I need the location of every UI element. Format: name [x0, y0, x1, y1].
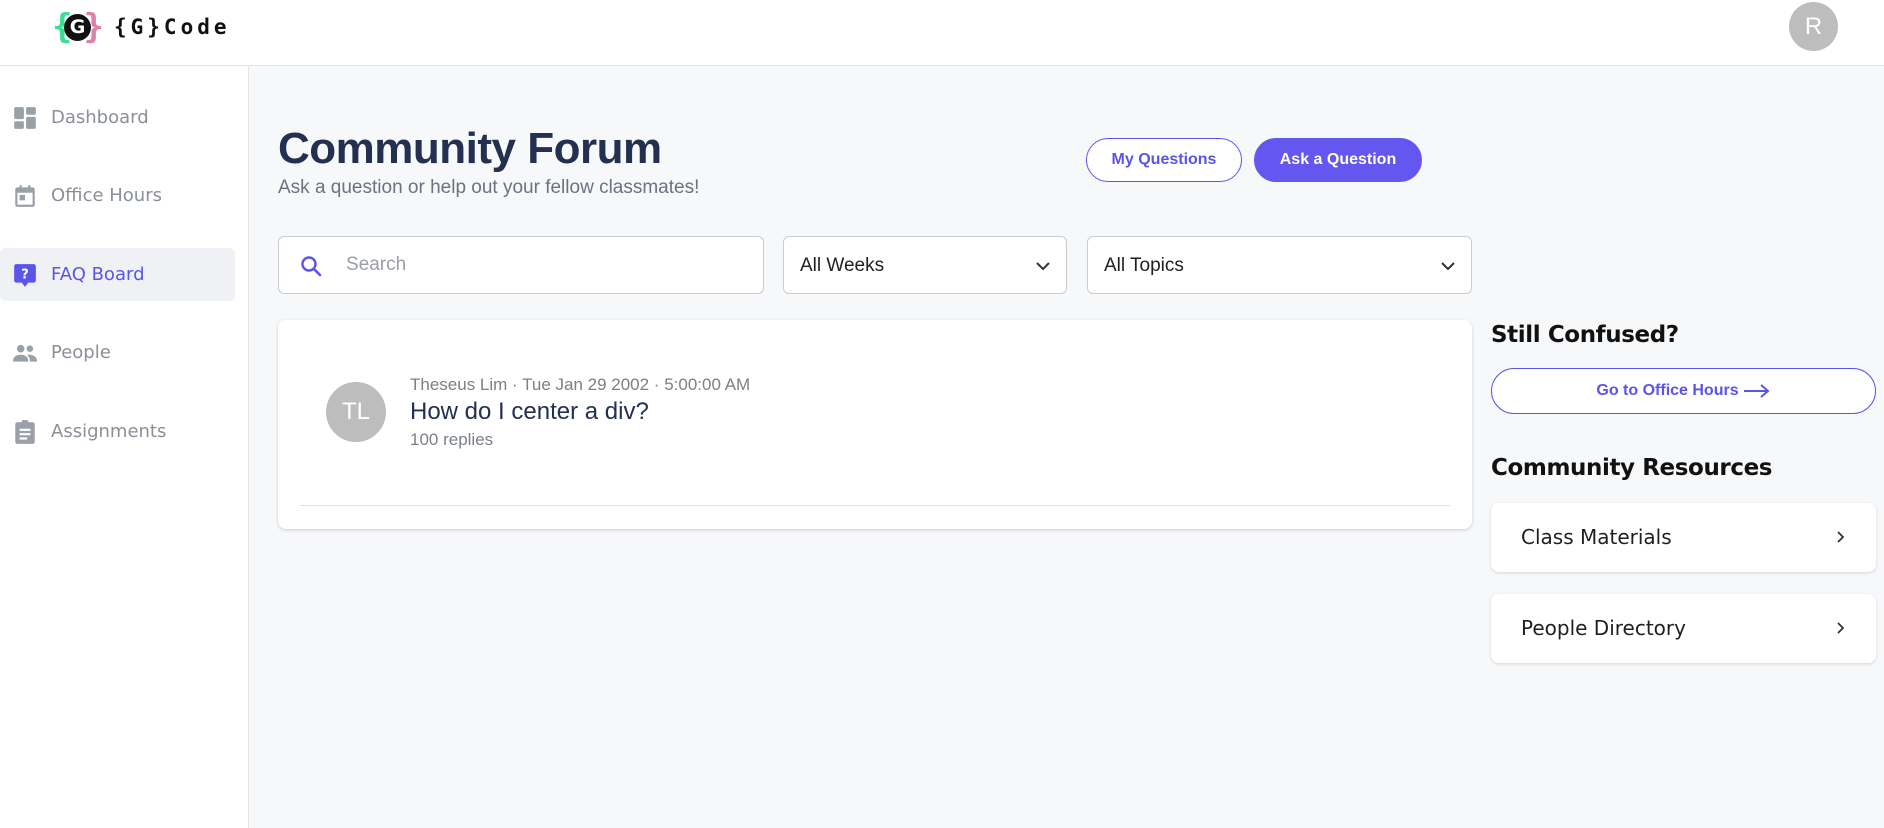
weeks-filter-value: All Weeks	[800, 255, 885, 276]
my-questions-button[interactable]: My Questions	[1086, 138, 1242, 182]
community-resources-heading: Community Resources	[1491, 455, 1773, 481]
sidebar-item-assignments[interactable]: Assignments	[0, 405, 235, 458]
arrow-right-icon	[1743, 384, 1770, 398]
resource-label: Class Materials	[1521, 525, 1672, 549]
question-board-icon: ?	[14, 264, 36, 287]
resource-card-people-directory[interactable]: People Directory	[1491, 594, 1876, 663]
weeks-filter-select[interactable]: All Weeks	[783, 236, 1067, 294]
logo-mark: { G }	[52, 9, 104, 45]
page-title: Community Forum	[278, 124, 662, 173]
svg-text:?: ?	[21, 267, 29, 282]
sidebar-item-label: Dashboard	[51, 107, 149, 128]
resource-label: People Directory	[1521, 616, 1686, 640]
calendar-icon	[15, 185, 35, 207]
post-list: TL Theseus Lim · Tue Jan 29 2002 · 5:00:…	[278, 320, 1472, 529]
post-author-avatar: TL	[326, 382, 386, 442]
page-subtitle: Ask a question or help out your fellow c…	[278, 177, 700, 198]
top-bar: { G } {G}Code R	[0, 0, 1884, 66]
post-divider	[300, 505, 1450, 506]
post-meta: Theseus Lim · Tue Jan 29 2002 · 5:00:00 …	[410, 375, 751, 394]
dashboard-icon	[14, 107, 36, 129]
sidebar-item-label: FAQ Board	[51, 264, 145, 285]
logo-brace-right: }	[83, 7, 104, 47]
topics-filter-select[interactable]: All Topics	[1087, 236, 1472, 294]
resource-card-class-materials[interactable]: Class Materials	[1491, 503, 1876, 572]
logo-text: {G}Code	[114, 15, 231, 39]
chevron-down-icon	[1036, 262, 1050, 271]
search-icon	[301, 256, 322, 277]
sidebar-item-faq-board[interactable]: ? FAQ Board	[0, 248, 235, 301]
post-title[interactable]: How do I center a div?	[410, 398, 649, 426]
sidebar: Dashboard Office Hours ? FAQ Board Peopl…	[0, 66, 249, 828]
topics-filter-value: All Topics	[1104, 255, 1184, 276]
still-confused-heading: Still Confused?	[1491, 322, 1679, 348]
sidebar-item-label: Office Hours	[51, 185, 162, 206]
people-icon	[13, 344, 37, 362]
user-avatar[interactable]: R	[1789, 2, 1838, 51]
clipboard-icon	[15, 420, 35, 444]
ask-question-button[interactable]: Ask a Question	[1254, 138, 1422, 182]
sidebar-item-label: People	[51, 342, 111, 363]
go-to-office-hours-button[interactable]: Go to Office Hours	[1491, 368, 1876, 414]
chevron-right-icon	[1837, 622, 1845, 634]
sidebar-item-office-hours[interactable]: Office Hours	[0, 169, 235, 222]
chevron-down-icon	[1441, 262, 1455, 271]
post-replies-count: 100 replies	[410, 430, 494, 449]
sidebar-item-label: Assignments	[51, 421, 167, 442]
search-box	[278, 236, 764, 294]
search-input[interactable]	[346, 237, 746, 293]
sidebar-item-people[interactable]: People	[0, 326, 235, 379]
chevron-right-icon	[1837, 531, 1845, 543]
app-logo[interactable]: { G } {G}Code	[52, 9, 231, 45]
sidebar-item-dashboard[interactable]: Dashboard	[0, 91, 235, 144]
go-to-office-hours-label: Go to Office Hours	[1596, 382, 1739, 399]
